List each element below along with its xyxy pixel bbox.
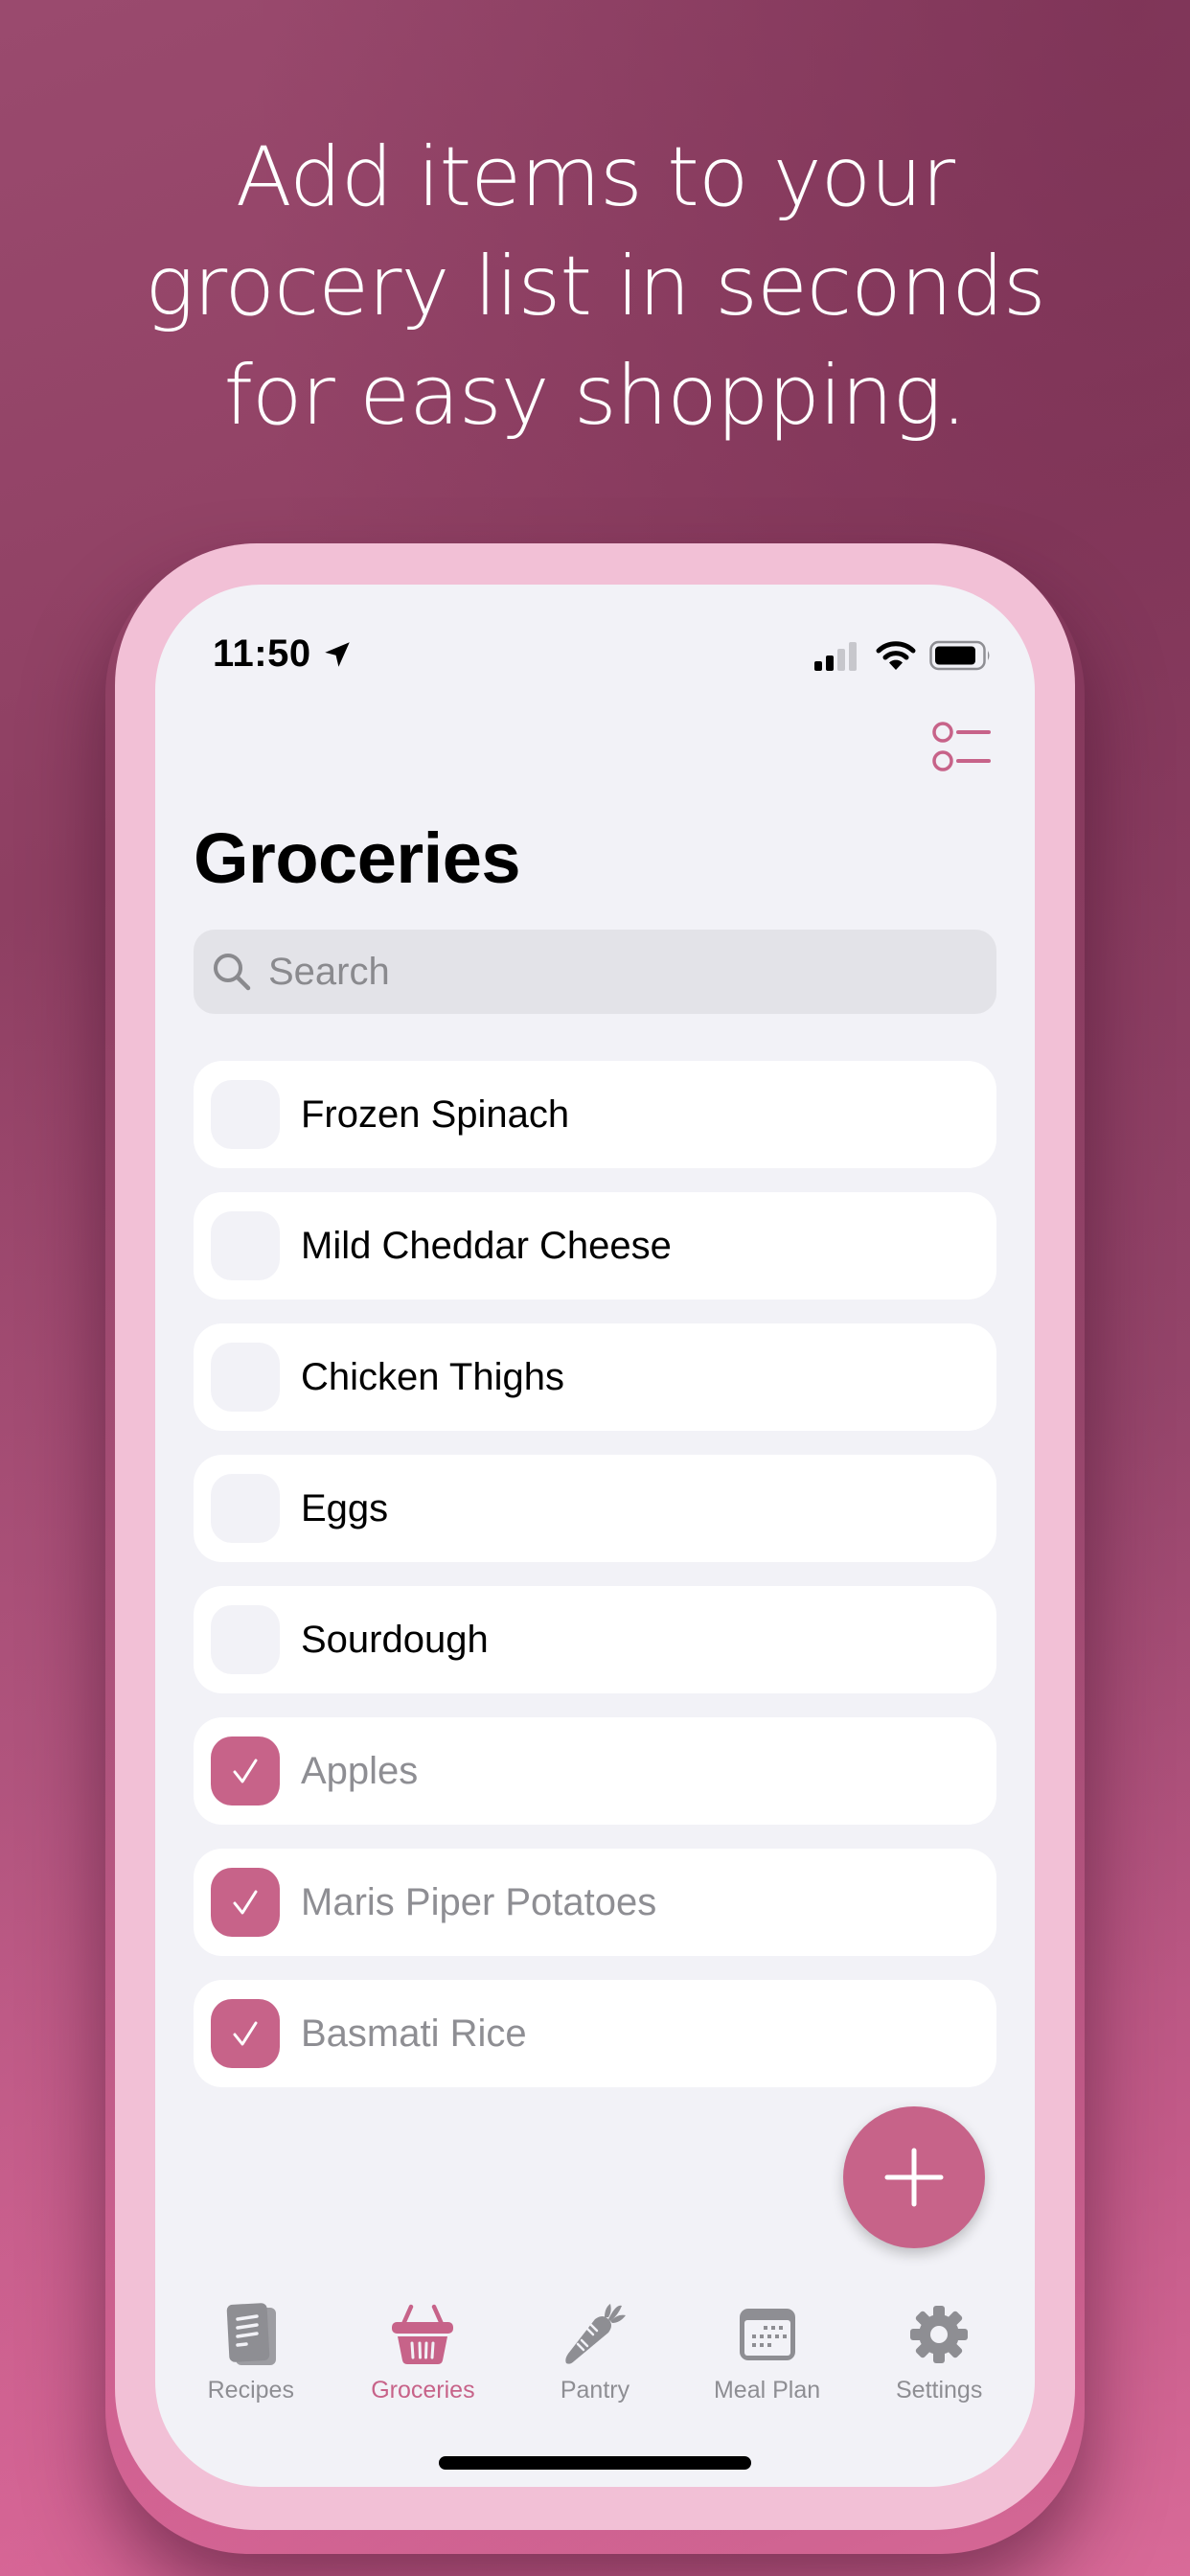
gear-icon bbox=[910, 2306, 969, 2363]
checkmark-icon bbox=[233, 2021, 258, 2046]
headline-line: grocery list in seconds bbox=[145, 239, 1045, 334]
item-label: Mild Cheddar Cheese bbox=[301, 1224, 672, 1267]
list-options-icon[interactable] bbox=[931, 719, 993, 776]
grocery-item[interactable]: Sourdough bbox=[194, 1586, 996, 1693]
item-label: Chicken Thighs bbox=[301, 1355, 564, 1398]
tab-label: Settings bbox=[896, 2377, 983, 2404]
tab-recipes[interactable]: Recipes bbox=[170, 2300, 332, 2415]
tab-settings[interactable]: Settings bbox=[858, 2300, 1020, 2415]
headline-line: for easy shopping. bbox=[223, 348, 968, 444]
basket-icon bbox=[392, 2304, 454, 2364]
item-checkbox-checked[interactable] bbox=[211, 1868, 280, 1937]
search-input[interactable] bbox=[268, 950, 939, 994]
tab-meal-plan[interactable]: Meal Plan bbox=[686, 2300, 849, 2415]
plus-icon bbox=[884, 2148, 944, 2207]
item-checkbox[interactable] bbox=[211, 1211, 280, 1280]
marketing-headline: Add items to your grocery list in second… bbox=[0, 123, 1190, 450]
item-checkbox[interactable] bbox=[211, 1080, 280, 1149]
checkmark-icon bbox=[233, 1759, 258, 1783]
item-checkbox[interactable] bbox=[211, 1605, 280, 1674]
grocery-item[interactable]: Eggs bbox=[194, 1455, 996, 1562]
grocery-item[interactable]: Chicken Thighs bbox=[194, 1323, 996, 1431]
tab-groceries[interactable]: Groceries bbox=[341, 2300, 504, 2415]
status-bar-time: 11:50 bbox=[213, 632, 354, 676]
battery-icon bbox=[929, 640, 990, 671]
tab-pantry[interactable]: Pantry bbox=[514, 2300, 676, 2415]
grocery-item-checked[interactable]: Apples bbox=[194, 1717, 996, 1825]
item-checkbox[interactable] bbox=[211, 1343, 280, 1412]
item-label: Basmati Rice bbox=[301, 2012, 527, 2055]
headline-line: Add items to your bbox=[235, 129, 955, 225]
item-label: Eggs bbox=[301, 1486, 389, 1530]
item-checkbox-checked[interactable] bbox=[211, 1736, 280, 1806]
recipes-document-icon bbox=[226, 2303, 276, 2365]
calendar-icon bbox=[739, 2309, 795, 2360]
carrot-icon bbox=[565, 2304, 626, 2364]
cellular-signal-icon bbox=[814, 642, 857, 671]
item-label: Sourdough bbox=[301, 1618, 489, 1661]
time-text: 11:50 bbox=[213, 632, 311, 675]
checkmark-icon bbox=[233, 1890, 258, 1915]
grocery-list: Frozen Spinach Mild Cheddar Cheese Chick… bbox=[194, 1061, 996, 2111]
item-label: Apples bbox=[301, 1749, 419, 1792]
grocery-item-checked[interactable]: Maris Piper Potatoes bbox=[194, 1849, 996, 1956]
tab-label: Recipes bbox=[207, 2377, 294, 2404]
item-label: Maris Piper Potatoes bbox=[301, 1880, 657, 1923]
tab-bar: Recipes Groceries Pantry Meal Plan Setti… bbox=[155, 2300, 1035, 2415]
grocery-item[interactable]: Frozen Spinach bbox=[194, 1061, 996, 1168]
item-checkbox[interactable] bbox=[211, 1474, 280, 1543]
phone-screen: 11:50 Groceries Search Frozen Spinach Mi… bbox=[155, 585, 1035, 2487]
grocery-item-checked[interactable]: Basmati Rice bbox=[194, 1980, 996, 2087]
item-checkbox-checked[interactable] bbox=[211, 1999, 280, 2068]
tab-label: Pantry bbox=[560, 2377, 630, 2404]
wifi-icon bbox=[876, 641, 916, 670]
tab-label: Meal Plan bbox=[713, 2377, 821, 2404]
status-bar-indicators bbox=[814, 640, 993, 671]
item-label: Frozen Spinach bbox=[301, 1092, 570, 1136]
page-title: Groceries bbox=[194, 818, 521, 898]
grocery-item[interactable]: Mild Cheddar Cheese bbox=[194, 1192, 996, 1300]
search-icon bbox=[214, 954, 251, 991]
search-bar[interactable] bbox=[194, 930, 996, 1014]
home-indicator[interactable] bbox=[439, 2456, 751, 2470]
add-item-button[interactable] bbox=[843, 2106, 985, 2248]
location-arrow-icon bbox=[324, 641, 350, 667]
tab-label: Groceries bbox=[371, 2377, 475, 2404]
